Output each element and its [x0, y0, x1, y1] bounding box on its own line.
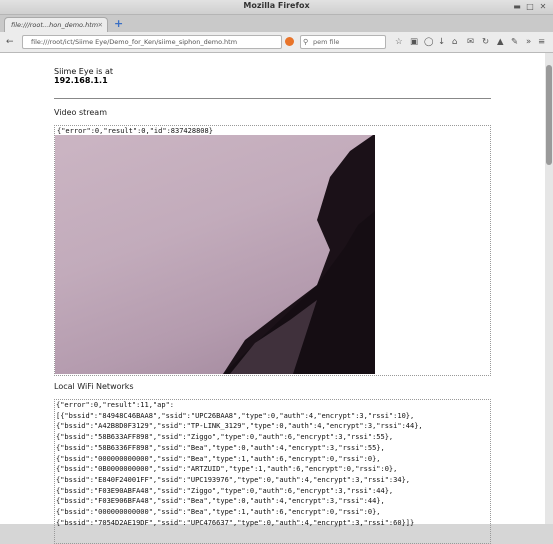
- video-stream-frame: {"error":0,"result":0,"id":837428808}: [54, 125, 491, 376]
- wifi-line: {"bssid":"A42B8D0F3129","ssid":"TP-LINK_…: [56, 422, 423, 431]
- wifi-line: {"bssid":"F03E906BFA48","ssid":"Bea","ty…: [56, 497, 385, 506]
- maximize-icon[interactable]: □: [525, 2, 535, 12]
- extension-icon[interactable]: ✎: [511, 36, 518, 48]
- search-input[interactable]: ⚲ pem file: [300, 35, 386, 49]
- home-icon[interactable]: ⌂: [452, 36, 457, 48]
- wifi-line: {"bssid":"E840F24001FF","ssid":"UPC19397…: [56, 475, 411, 484]
- wifi-line: {"bssid":"000000000000","ssid":"Bea","ty…: [56, 508, 381, 517]
- window-titlebar: Mozilla Firefox ▬ □ ✕: [0, 0, 553, 15]
- tab-label: file:///root...hon_demo.htm: [11, 21, 99, 29]
- wifi-line: {"bssid":"000000000000","ssid":"Bea","ty…: [56, 454, 381, 463]
- back-icon[interactable]: ←: [6, 36, 14, 48]
- page-content: Siime Eye is at 192.168.1.1 Video stream…: [0, 53, 545, 544]
- bookmark-star-icon[interactable]: ☆: [395, 36, 403, 48]
- navigation-toolbar: ← file:///root/ict/Siime Eye/Demo_for_Ke…: [0, 32, 553, 53]
- search-value: pem file: [313, 38, 340, 46]
- scrollbar[interactable]: [545, 53, 553, 524]
- sync-icon[interactable]: ↻: [482, 36, 489, 48]
- overflow-icon[interactable]: »: [526, 36, 531, 48]
- url-bar[interactable]: file:///root/ict/Siime Eye/Demo_for_Ken/…: [22, 35, 282, 49]
- wifi-line: [{"bssid":"84948C46BAA8","ssid":"UPC26BA…: [56, 411, 415, 420]
- search-icon: ⚲: [303, 38, 309, 46]
- tab-demo[interactable]: file:///root...hon_demo.htm ✕: [4, 17, 108, 32]
- wifi-line: {"bssid":"58B6336FF898","ssid":"Bea","ty…: [56, 443, 385, 452]
- tab-bar: file:///root...hon_demo.htm ✕ +: [0, 15, 553, 32]
- chat-icon[interactable]: ✉: [467, 36, 474, 48]
- divider: [54, 98, 491, 99]
- close-window-icon[interactable]: ✕: [538, 2, 548, 12]
- window-title: Mozilla Firefox: [243, 1, 310, 10]
- wifi-line: {"bssid":"F03E90ABFA48","ssid":"Ziggo","…: [56, 486, 394, 495]
- pocket-icon[interactable]: ◯: [424, 36, 434, 48]
- minimize-icon[interactable]: ▬: [512, 2, 522, 12]
- wifi-line: {"bssid":"58B633AFF898","ssid":"Ziggo","…: [56, 433, 394, 442]
- wifi-line: {"error":0,"result":11,"ap":: [56, 401, 175, 409]
- wifi-line: {"bssid":"7054D2AE19DF","ssid":"UPC47663…: [56, 518, 415, 527]
- wifi-line: {"bssid":"0B0000000000","ssid":"ARTZUID"…: [56, 465, 398, 474]
- shield-icon[interactable]: ▲: [497, 36, 504, 48]
- video-feed[interactable]: [55, 135, 375, 374]
- clipboard-icon[interactable]: ▣: [410, 36, 418, 48]
- wifi-networks-label: Local WiFi Networks: [54, 382, 134, 391]
- new-tab-icon[interactable]: +: [114, 18, 123, 30]
- wifi-networks-output: {"error":0,"result":11,"ap": [{"bssid":"8…: [54, 399, 491, 544]
- menu-icon[interactable]: ≡: [538, 36, 545, 48]
- download-icon[interactable]: ↓: [438, 36, 445, 48]
- firefox-icon[interactable]: [285, 37, 294, 46]
- close-tab-icon[interactable]: ✕: [98, 18, 103, 32]
- device-ip: 192.168.1.1: [54, 76, 108, 85]
- scrollbar-thumb[interactable]: [546, 65, 552, 165]
- video-stream-label: Video stream: [54, 108, 107, 117]
